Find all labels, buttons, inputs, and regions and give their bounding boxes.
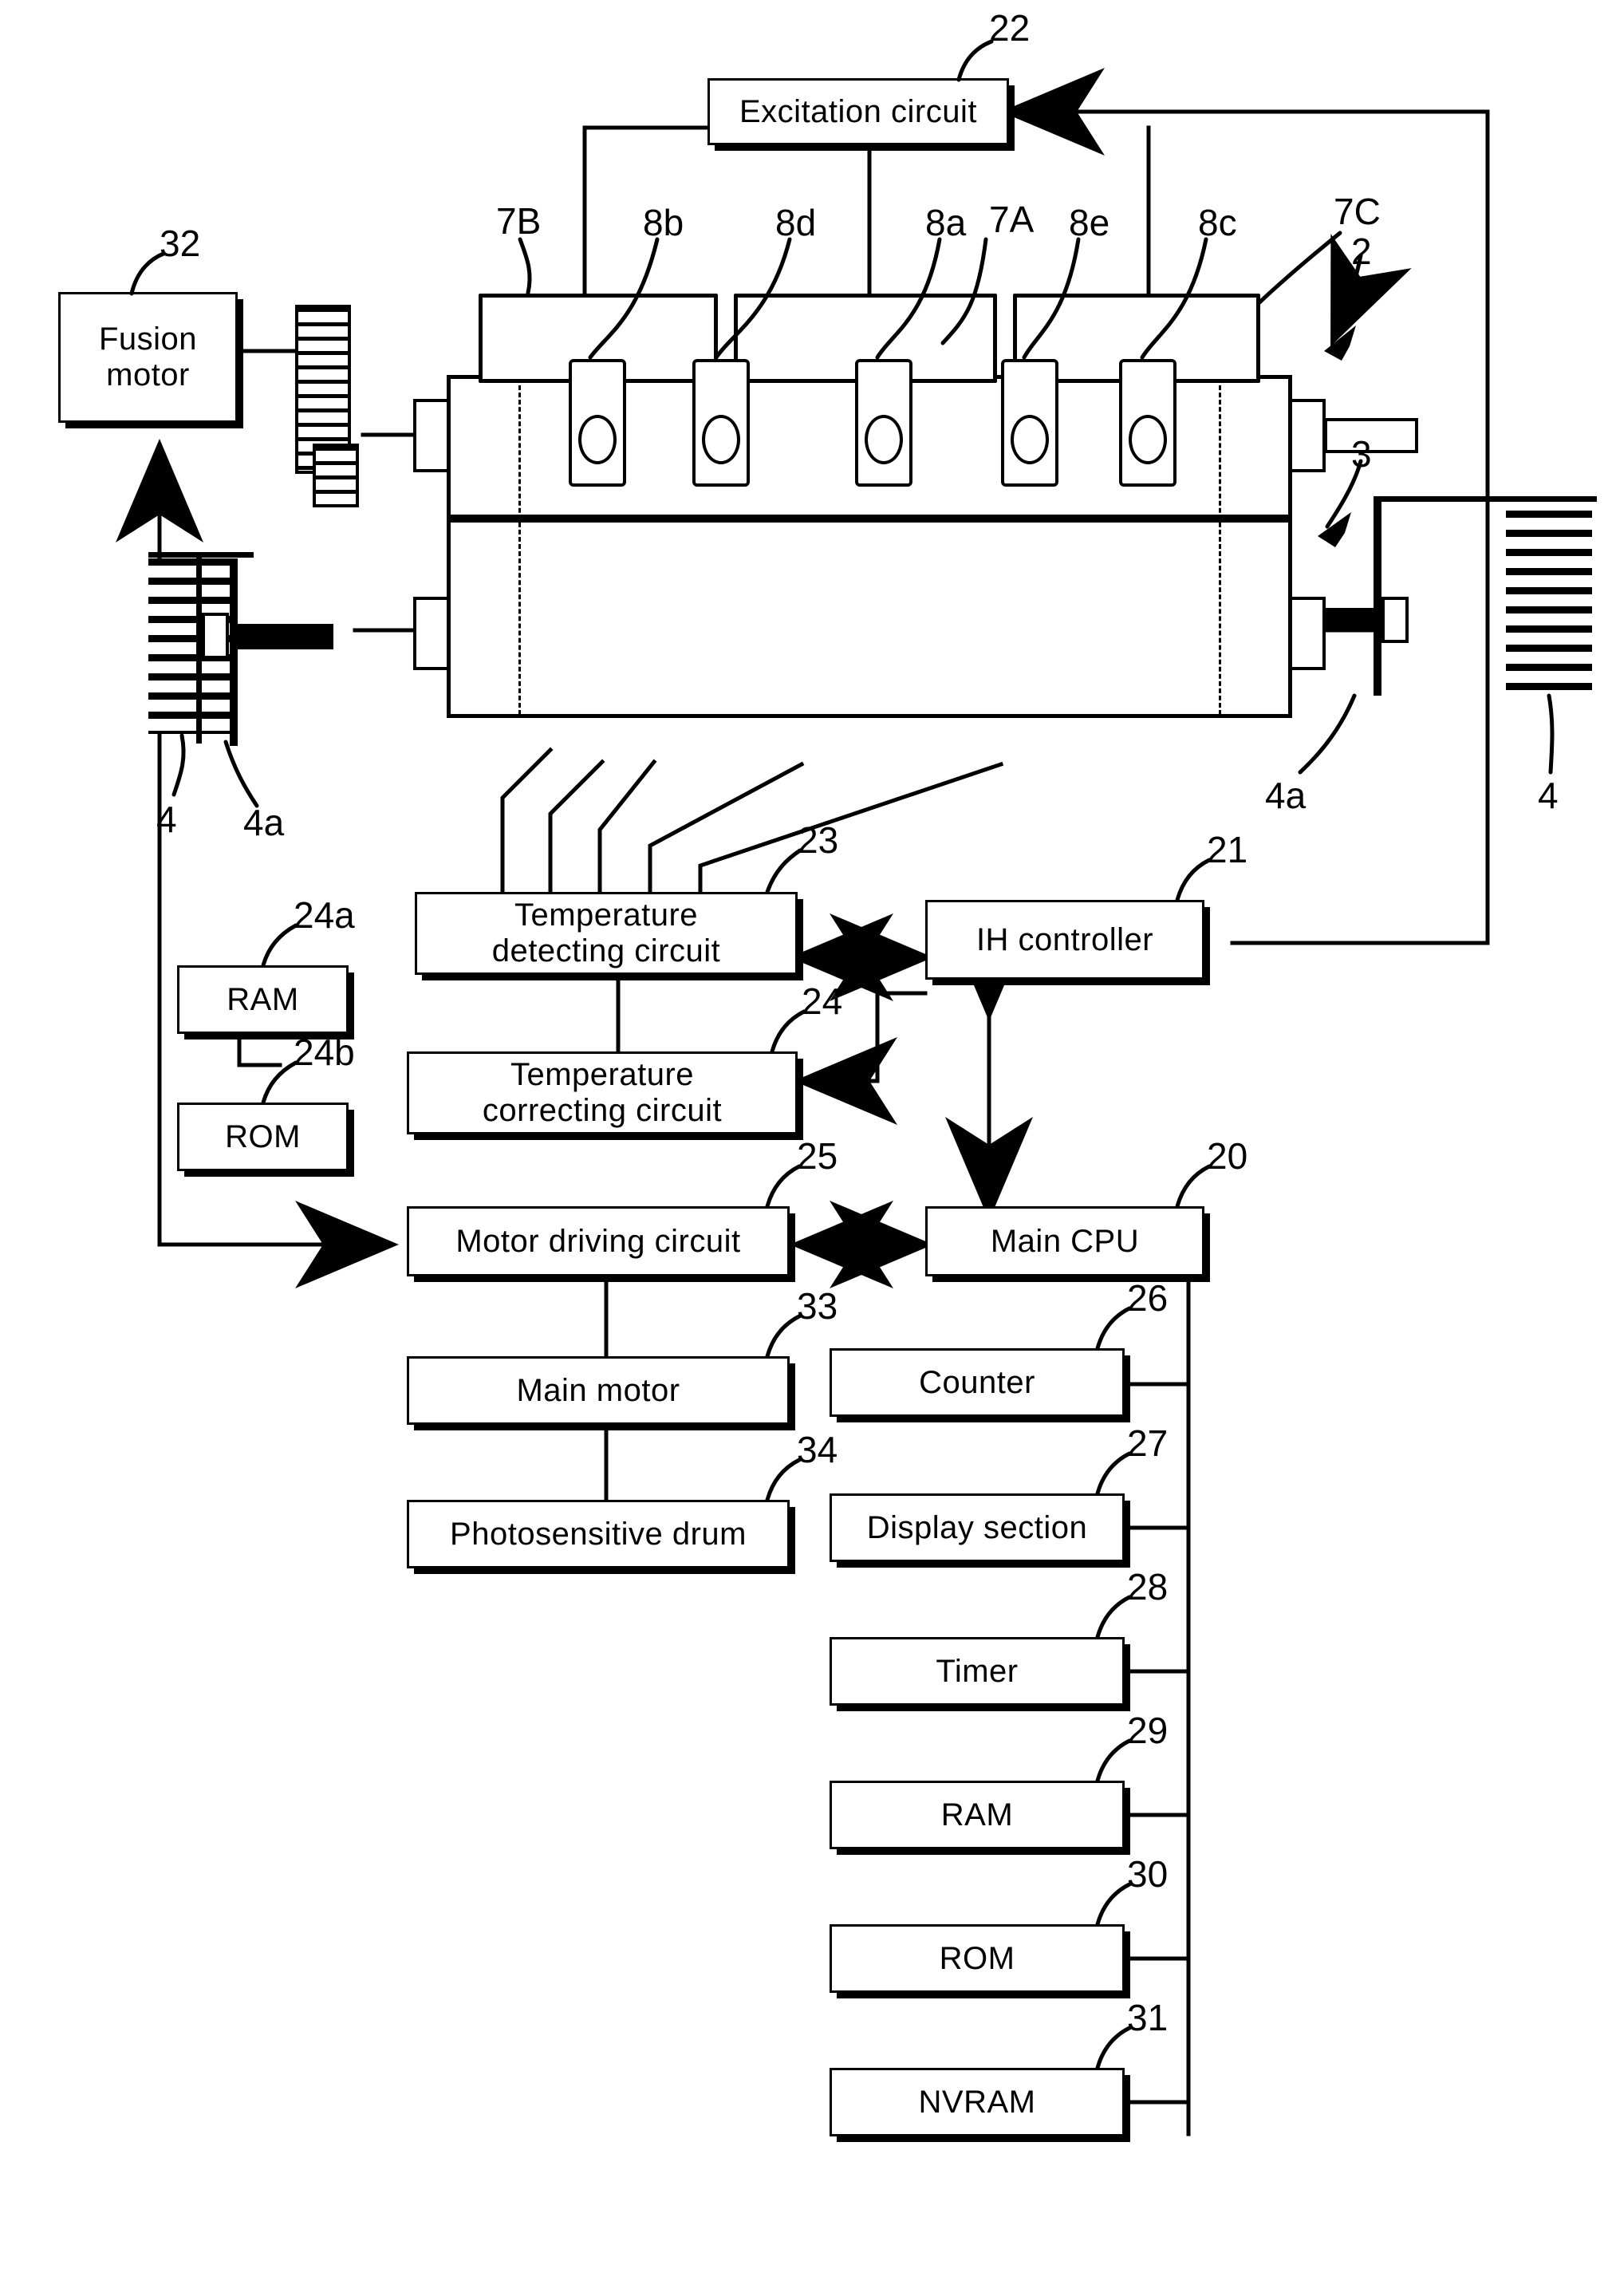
block-ih-controller-label: IH controller xyxy=(975,921,1154,957)
patent-figure: Excitation circuit Fusion motor Temperat… xyxy=(0,0,1612,2296)
block-main-motor-label: Main motor xyxy=(516,1372,680,1408)
thermistor-8b-core xyxy=(578,415,617,464)
block-motor-driving-circuit[interactable]: Motor driving circuit xyxy=(407,1206,790,1276)
ref-7B: 7B xyxy=(496,200,542,242)
ref-25: 25 xyxy=(797,1135,838,1177)
block-rom-30-label: ROM xyxy=(939,1940,1015,1976)
block-ram-29[interactable]: RAM xyxy=(830,1781,1125,1849)
ref-4-left: 4 xyxy=(156,799,177,840)
ref-7C: 7C xyxy=(1334,191,1381,232)
block-main-motor[interactable]: Main motor xyxy=(407,1356,790,1425)
block-display-section-label: Display section xyxy=(866,1509,1088,1545)
lever-left-vertical xyxy=(230,558,238,746)
ref-8b: 8b xyxy=(643,202,684,243)
ref-8a: 8a xyxy=(925,202,967,243)
block-nvram-label: NVRAM xyxy=(918,2084,1036,2120)
ref-32: 32 xyxy=(160,223,201,264)
ref-33: 33 xyxy=(797,1285,838,1327)
ref-4-right: 4 xyxy=(1538,775,1559,816)
block-main-cpu-label: Main CPU xyxy=(990,1223,1140,1259)
block-rom-24b[interactable]: ROM xyxy=(177,1103,349,1171)
ref-31: 31 xyxy=(1127,1997,1169,2038)
ref-26: 26 xyxy=(1127,1277,1169,1319)
block-photosensitive-drum[interactable]: Photosensitive drum xyxy=(407,1500,790,1568)
ref-30: 30 xyxy=(1127,1853,1169,1895)
ref-21: 21 xyxy=(1207,829,1248,870)
lever-left-pad xyxy=(202,613,229,659)
ref-24: 24 xyxy=(802,980,843,1022)
ref-2: 2 xyxy=(1351,231,1372,272)
lever-left-arm xyxy=(238,624,333,649)
block-ram-24a-label: RAM xyxy=(227,981,299,1017)
lever-right-arm xyxy=(1326,608,1381,630)
ref-23: 23 xyxy=(798,819,839,861)
block-ram-29-label: RAM xyxy=(940,1797,1014,1832)
roller-dashed-line-left xyxy=(518,378,521,715)
ref-22: 22 xyxy=(989,7,1031,49)
block-temp-correct-label-1: Temperature xyxy=(510,1057,695,1093)
block-fusion-motor-label-2: motor xyxy=(106,357,190,393)
shaft-journal-lower-left xyxy=(413,597,450,670)
thermistor-8e-core xyxy=(1011,415,1049,464)
ref-29: 29 xyxy=(1127,1710,1169,1751)
block-counter[interactable]: Counter xyxy=(830,1348,1125,1417)
thermistor-8a-core xyxy=(865,415,903,464)
ref-7A: 7A xyxy=(989,199,1035,240)
shaft-journal-lower-right xyxy=(1289,597,1326,670)
block-temp-detect-label-1: Temperature xyxy=(514,897,699,933)
drive-gear-small xyxy=(313,444,359,507)
block-ih-controller[interactable]: IH controller xyxy=(925,900,1204,980)
pressure-roller-lower xyxy=(447,519,1292,718)
block-fusion-motor[interactable]: Fusion motor xyxy=(58,292,238,423)
ref-8e: 8e xyxy=(1069,202,1110,243)
block-display-section[interactable]: Display section xyxy=(830,1493,1125,1562)
block-photosensitive-drum-label: Photosensitive drum xyxy=(450,1516,747,1552)
roller-dashed-line-right xyxy=(1219,378,1221,715)
block-timer-label: Timer xyxy=(936,1653,1019,1689)
block-temp-detect-label-2: detecting circuit xyxy=(491,933,721,969)
shaft-journal-upper-right xyxy=(1289,399,1326,472)
lever-right-vertical xyxy=(1374,496,1381,696)
block-rom-30[interactable]: ROM xyxy=(830,1924,1125,1993)
block-nvram[interactable]: NVRAM xyxy=(830,2068,1125,2136)
block-motor-driving-label: Motor driving circuit xyxy=(455,1223,741,1259)
ref-28: 28 xyxy=(1127,1566,1169,1608)
lever-right-pad xyxy=(1381,597,1409,643)
ref-20: 20 xyxy=(1207,1135,1248,1177)
ref-4a-left: 4a xyxy=(243,802,285,843)
block-counter-label: Counter xyxy=(919,1364,1035,1400)
block-main-cpu[interactable]: Main CPU xyxy=(925,1206,1204,1276)
block-timer[interactable]: Timer xyxy=(830,1637,1125,1706)
thermistor-8d-core xyxy=(702,415,740,464)
shaft-journal-upper-left xyxy=(413,399,450,472)
ref-34: 34 xyxy=(797,1429,838,1470)
block-excitation-circuit-label: Excitation circuit xyxy=(739,93,977,129)
ref-8d: 8d xyxy=(775,202,817,243)
ref-24b: 24b xyxy=(294,1032,355,1073)
block-excitation-circuit[interactable]: Excitation circuit xyxy=(707,78,1009,145)
block-temp-correct-label-2: correcting circuit xyxy=(482,1093,723,1128)
block-rom-24b-label: ROM xyxy=(225,1118,301,1154)
spring-left-bracket-vert xyxy=(196,552,202,744)
ref-8c: 8c xyxy=(1198,202,1237,243)
ref-4a-right: 4a xyxy=(1265,775,1307,816)
block-ram-24a[interactable]: RAM xyxy=(177,965,349,1034)
ref-24a: 24a xyxy=(294,894,355,936)
block-fusion-motor-label-1: Fusion xyxy=(98,322,198,357)
thermistor-8c-core xyxy=(1129,415,1167,464)
block-temperature-correcting-circuit[interactable]: Temperature correcting circuit xyxy=(407,1051,798,1134)
spring-right xyxy=(1506,511,1592,694)
block-temperature-detecting-circuit[interactable]: Temperature detecting circuit xyxy=(415,892,798,975)
spring-right-bracket-top xyxy=(1374,496,1597,502)
ref-3: 3 xyxy=(1351,433,1372,475)
ref-27: 27 xyxy=(1127,1422,1169,1464)
